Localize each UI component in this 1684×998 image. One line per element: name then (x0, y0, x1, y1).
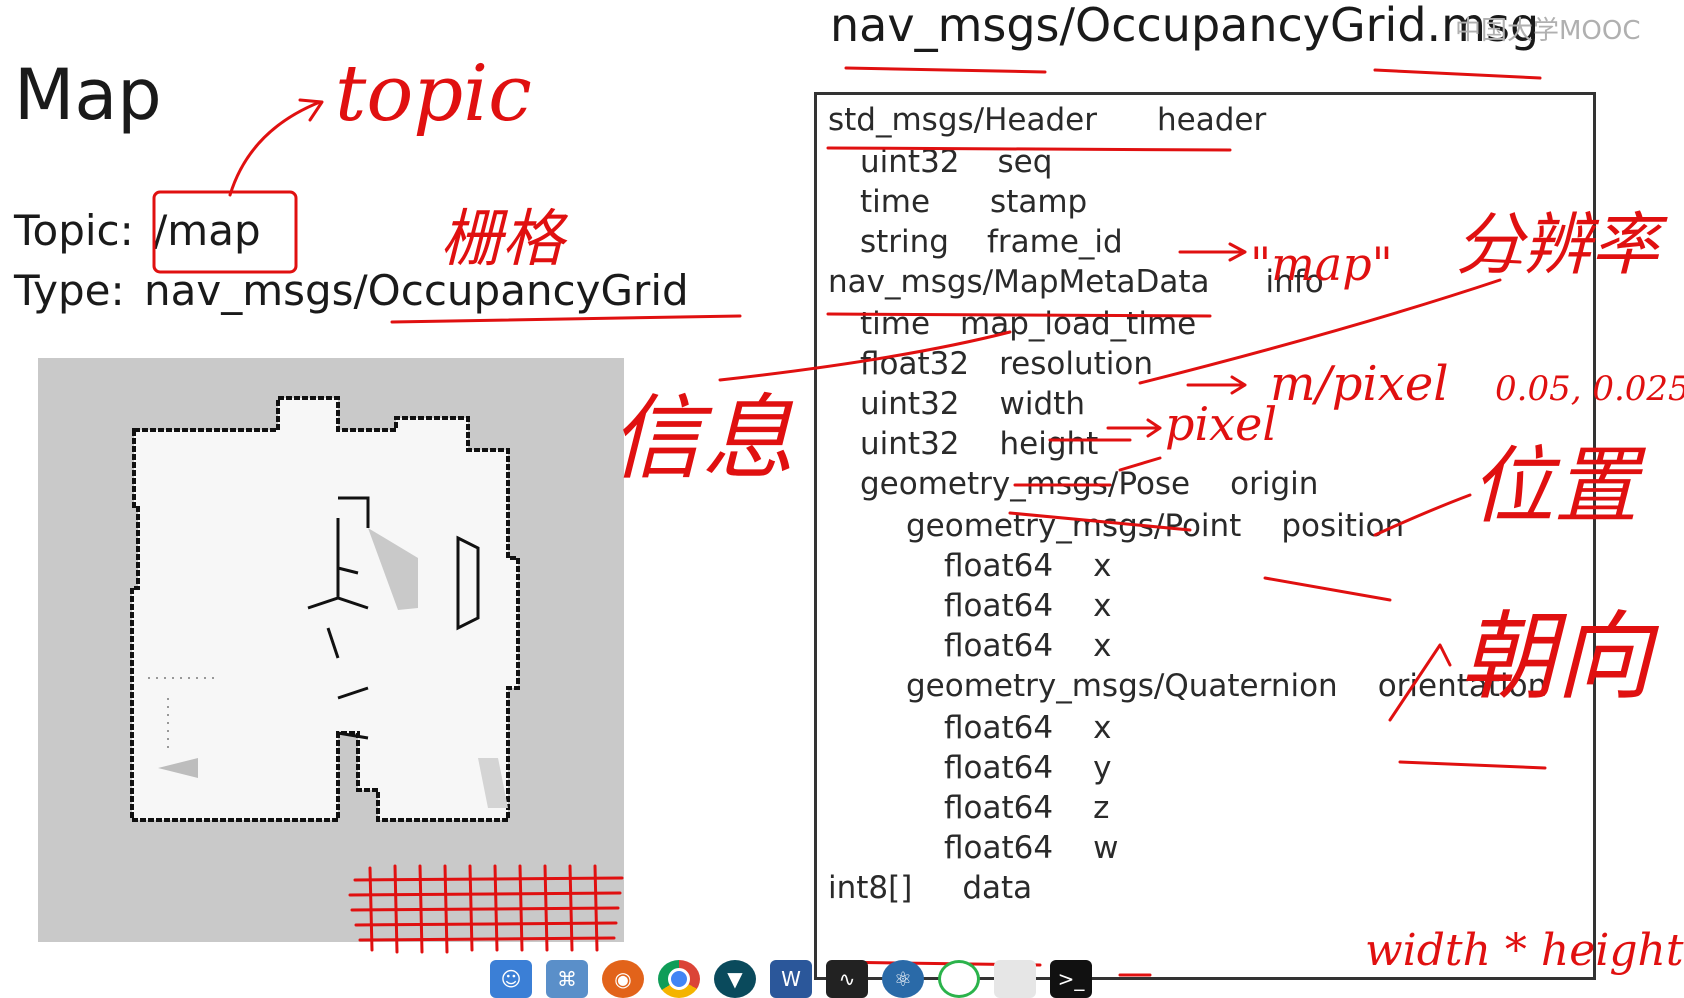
annotation-info: 信息 (610, 385, 794, 492)
field-type: geometry_msgs/Quaternion (906, 668, 1338, 704)
trash-icon[interactable] (994, 960, 1036, 998)
map-drawing (130, 396, 520, 822)
field-type: float64 (944, 790, 1054, 826)
field-name: height (999, 426, 1099, 462)
msg-field-row: float64 x (944, 591, 1111, 622)
msg-field-row: uint32 seq (860, 147, 1052, 178)
annotation-grid: 栅格 (440, 202, 569, 275)
field-type: int8[] (828, 870, 913, 906)
slide-title: Map (14, 54, 162, 136)
field-type: time (860, 184, 931, 220)
msg-field-row: geometry_msgs/Point position (906, 511, 1404, 542)
field-name: map_load_time (960, 306, 1197, 342)
field-type: float64 (944, 548, 1054, 584)
field-type: string (860, 224, 949, 260)
msg-field-row: string frame_id (860, 227, 1123, 258)
field-name: x (1093, 548, 1112, 584)
field-name: origin (1230, 466, 1319, 502)
type-label: Type: (14, 266, 125, 315)
word-icon[interactable]: W (770, 960, 812, 998)
firefox-icon[interactable]: ◉ (602, 960, 644, 998)
field-type: std_msgs/Header (828, 102, 1097, 138)
field-type: nav_msgs/MapMetaData (828, 264, 1210, 300)
monitor-icon[interactable]: ∿ (826, 960, 868, 998)
terminal-icon[interactable]: >_ (1050, 960, 1092, 998)
msg-field-row: float64 x (944, 551, 1111, 582)
type-value: nav_msgs/OccupancyGrid (143, 266, 689, 315)
msg-filename: nav_msgs/OccupancyGrid.msg (830, 0, 1540, 52)
spinner-icon[interactable] (938, 960, 980, 998)
field-name: y (1093, 750, 1112, 786)
field-type: geometry_msgs/Pose (860, 466, 1191, 502)
msg-field-row: geometry_msgs/Quaternion orientation (906, 671, 1547, 702)
field-type: time (860, 306, 931, 342)
occupancy-grid-map-image (38, 358, 624, 942)
finder-icon[interactable]: ☺ (490, 960, 532, 998)
field-name: x (1093, 588, 1112, 624)
mooc-watermark: 中国大学MOOC (1455, 16, 1641, 46)
field-type: float64 (944, 710, 1054, 746)
field-name: resolution (999, 346, 1153, 382)
field-type: float32 (860, 346, 970, 382)
msg-field-row: float64 x (944, 631, 1111, 662)
field-name: data (962, 870, 1033, 906)
type-line: Type: nav_msgs/OccupancyGrid (14, 270, 689, 312)
msg-field-row: float64 x (944, 713, 1111, 744)
msg-field-row: geometry_msgs/Pose origin (860, 469, 1318, 500)
msg-field-row: time stamp (860, 187, 1087, 218)
field-type: float64 (944, 628, 1054, 664)
msg-field-row: time map_load_time (860, 309, 1196, 340)
torch-icon[interactable]: ▼ (714, 960, 756, 998)
field-name: width (999, 386, 1085, 422)
field-type: uint32 (860, 144, 960, 180)
topic-value: /map (153, 206, 261, 255)
topic-label: Topic: (14, 206, 134, 255)
field-type: uint32 (860, 426, 960, 462)
field-type: float64 (944, 830, 1054, 866)
field-name: z (1093, 790, 1110, 826)
msg-field-row: float32 resolution (860, 349, 1153, 380)
network-icon[interactable]: ⌘ (546, 960, 588, 998)
atom-icon[interactable]: ⚛ (882, 960, 924, 998)
field-name: header (1156, 102, 1267, 138)
msg-field-row: uint32 height (860, 429, 1098, 460)
topic-arrow (228, 100, 322, 197)
field-name: seq (997, 144, 1053, 180)
msg-field-row: uint32 width (860, 389, 1085, 420)
field-name: w (1093, 830, 1119, 866)
chrome-icon[interactable] (658, 960, 700, 998)
msg-field-row: std_msgs/Header header (828, 105, 1266, 136)
field-name: frame_id (987, 224, 1123, 260)
field-type: float64 (944, 750, 1054, 786)
msg-field-row: float64 w (944, 833, 1118, 864)
field-type: geometry_msgs/Point (906, 508, 1242, 544)
annotation-topic: topic (335, 49, 532, 139)
field-name: position (1281, 508, 1405, 544)
topic-line: Topic: /map (14, 210, 261, 252)
field-type: float64 (944, 588, 1054, 624)
msg-field-row: float64 y (944, 753, 1111, 784)
field-name: orientation (1377, 668, 1548, 704)
dock: ☺ ⌘ ◉ ▼ W ∿ ⚛ >_ (490, 960, 1092, 998)
msg-field-row: nav_msgs/MapMetaData info (828, 267, 1324, 298)
field-name: x (1093, 628, 1112, 664)
msg-field-row: float64 z (944, 793, 1109, 824)
field-name: info (1265, 264, 1324, 300)
msg-field-row: int8[] data (828, 873, 1032, 904)
field-name: stamp (990, 184, 1088, 220)
field-name: x (1093, 710, 1112, 746)
field-type: uint32 (860, 386, 960, 422)
